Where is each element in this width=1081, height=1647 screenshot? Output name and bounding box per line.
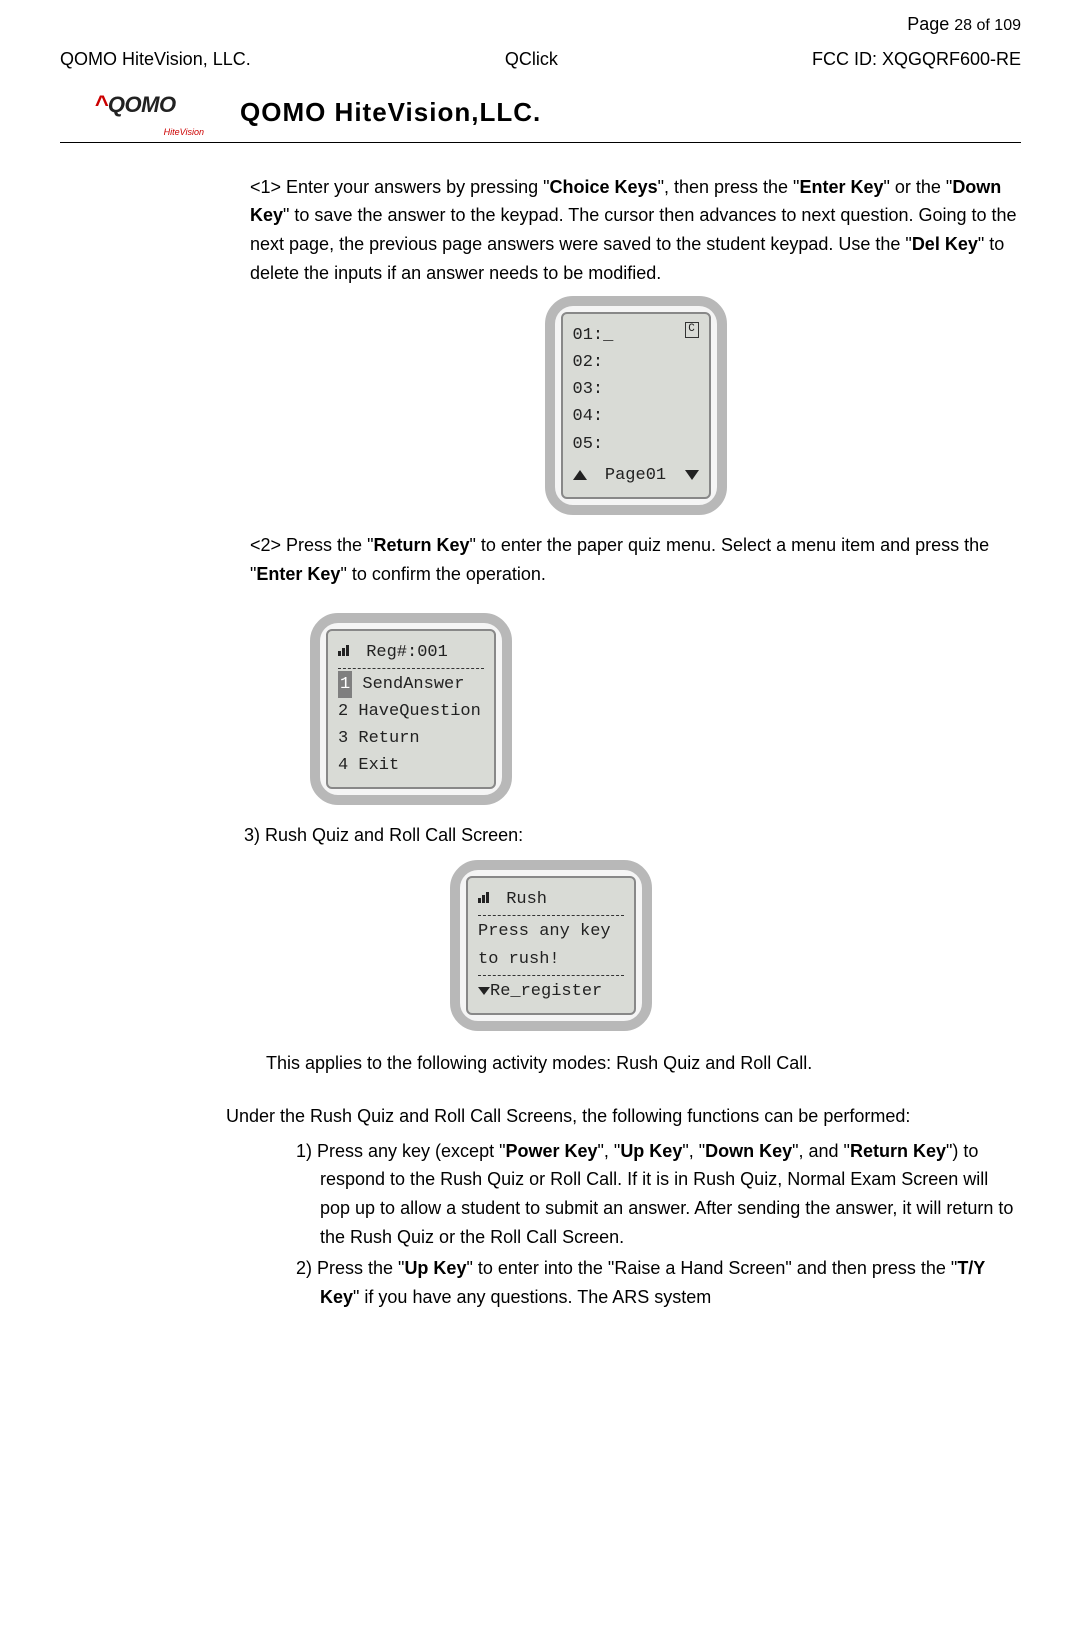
device-figure-3: Rush Press any key to rush! Re_register xyxy=(450,860,1021,1031)
text-span: " to confirm the operation. xyxy=(340,564,546,584)
triangle-down-icon xyxy=(478,987,490,995)
text-span: ", " xyxy=(598,1141,621,1161)
device-frame: Reg#:001 1 SendAnswer 2 HaveQuestion 3 R… xyxy=(310,613,512,806)
device-line-2: 02: xyxy=(573,349,699,376)
rush-line-1: Press any key xyxy=(478,918,624,945)
logo-main-text: ^QOMO xyxy=(94,86,175,124)
brand-row: ^QOMO HiteVision QOMO HiteVision,LLC. xyxy=(60,88,1021,138)
device-reg-label: Reg#:001 xyxy=(356,643,448,662)
page-of: of 109 xyxy=(972,17,1021,34)
bold-return-key: Return Key xyxy=(373,535,469,555)
header-product: QClick xyxy=(505,45,558,74)
logo-caret-icon: ^ xyxy=(94,91,108,118)
text-span: <1> Enter your answers by pressing " xyxy=(250,177,550,197)
menu-sendanswer: SendAnswer xyxy=(352,675,464,694)
dashed-divider xyxy=(338,668,484,669)
device-rush-header: Rush xyxy=(478,886,624,913)
page-current: 28 xyxy=(954,17,972,34)
re-register-label: Re_register xyxy=(490,982,602,1001)
device-figure-1: 01:_ C 02: 03: 04: 05: Page01 xyxy=(250,296,1021,515)
text-span: ", then press the " xyxy=(658,177,800,197)
bold-return-key-2: Return Key xyxy=(850,1141,946,1161)
bold-up-key-2: Up Key xyxy=(404,1258,466,1278)
logo-sub-text: HiteVision xyxy=(164,125,204,139)
header-company: QOMO HiteVision, LLC. xyxy=(60,45,251,74)
device-screen-rush: Rush Press any key to rush! Re_register xyxy=(466,876,636,1015)
bold-power-key: Power Key xyxy=(505,1141,597,1161)
function-list: 1) Press any key (except "Power Key", "U… xyxy=(290,1137,1021,1312)
text-span: ", " xyxy=(682,1141,705,1161)
header-fccid: FCC ID: XQGQRF600-RE xyxy=(812,45,1021,74)
device-line-5: 05: xyxy=(573,431,699,458)
applies-to-paragraph: This applies to the following activity m… xyxy=(266,1049,1021,1078)
device-row: 01:_ C xyxy=(573,322,699,349)
text-span: <2> Press the " xyxy=(250,535,373,555)
bold-down-key: Down Key xyxy=(705,1141,792,1161)
device-line-1: 01:_ xyxy=(573,322,614,349)
device-screen-page01: 01:_ C 02: 03: 04: 05: Page01 xyxy=(561,312,711,499)
qomo-logo: ^QOMO HiteVision xyxy=(60,88,210,138)
rush-title: Rush xyxy=(496,890,547,909)
function-item-2: 2) Press the "Up Key" to enter into the … xyxy=(290,1254,1021,1312)
text-span: 1) Press any key (except " xyxy=(296,1141,505,1161)
functions-intro-paragraph: Under the Rush Quiz and Roll Call Screen… xyxy=(180,1102,1021,1131)
dashed-divider xyxy=(478,975,624,976)
triangle-down-icon xyxy=(685,470,699,480)
device-page-label: Page01 xyxy=(605,462,666,489)
device-frame: 01:_ C 02: 03: 04: 05: Page01 xyxy=(545,296,727,515)
text-span: 2) Press the " xyxy=(296,1258,404,1278)
device-frame: Rush Press any key to rush! Re_register xyxy=(450,860,652,1031)
page-number-line: Page 28 of 109 xyxy=(60,10,1021,39)
text-span: " or the " xyxy=(884,177,953,197)
triangle-up-icon xyxy=(573,470,587,480)
header-row: QOMO HiteVision, LLC. QClick FCC ID: XQG… xyxy=(60,45,1021,74)
device-figure-2: Reg#:001 1 SendAnswer 2 HaveQuestion 3 R… xyxy=(310,613,1021,806)
bold-enter-key-2: Enter Key xyxy=(256,564,340,584)
lower-content: Under the Rush Quiz and Roll Call Screen… xyxy=(180,1102,1021,1312)
brand-title: QOMO HiteVision,LLC. xyxy=(240,92,541,134)
device-line-3: 03: xyxy=(573,376,699,403)
dashed-divider xyxy=(478,915,624,916)
rush-line-2: to rush! xyxy=(478,946,624,973)
logo-qomo-text: QOMO xyxy=(108,92,176,117)
c-box-icon: C xyxy=(685,322,699,338)
document-page: Page 28 of 109 QOMO HiteVision, LLC. QCl… xyxy=(0,0,1081,1353)
device-header-row: Reg#:001 xyxy=(338,639,484,666)
step-1-paragraph: <1> Enter your answers by pressing "Choi… xyxy=(250,173,1021,288)
device-line-4: 04: xyxy=(573,403,699,430)
device-menu-4: 4 Exit xyxy=(338,752,484,779)
step-2-paragraph: <2> Press the "Return Key" to enter the … xyxy=(250,531,1021,589)
device-menu-3: 3 Return xyxy=(338,725,484,752)
device-footer-row: Page01 xyxy=(573,462,699,489)
text-span: " to save the answer to the keypad. The … xyxy=(250,205,1017,254)
main-content: <1> Enter your answers by pressing "Choi… xyxy=(250,173,1021,1078)
page-label-prefix: Page xyxy=(907,14,954,34)
header-rule xyxy=(60,142,1021,143)
signal-icon xyxy=(478,889,496,903)
rush-footer-row: Re_register xyxy=(478,978,624,1005)
text-span: ", and " xyxy=(792,1141,850,1161)
bold-enter-key: Enter Key xyxy=(799,177,883,197)
menu-number-highlight: 1 xyxy=(338,671,352,698)
function-item-1: 1) Press any key (except "Power Key", "U… xyxy=(290,1137,1021,1252)
signal-icon xyxy=(338,642,356,656)
item-3-heading: 3) Rush Quiz and Roll Call Screen: xyxy=(244,821,1021,850)
bold-choice-keys: Choice Keys xyxy=(550,177,658,197)
device-screen-menu: Reg#:001 1 SendAnswer 2 HaveQuestion 3 R… xyxy=(326,629,496,790)
bold-up-key: Up Key xyxy=(620,1141,682,1161)
bold-del-key: Del Key xyxy=(912,234,978,254)
device-menu-2: 2 HaveQuestion xyxy=(338,698,484,725)
device-menu-1: 1 SendAnswer xyxy=(338,671,484,698)
text-span: " to enter into the "Raise a Hand Screen… xyxy=(466,1258,957,1278)
text-span: " if you have any questions. The ARS sys… xyxy=(353,1287,711,1307)
